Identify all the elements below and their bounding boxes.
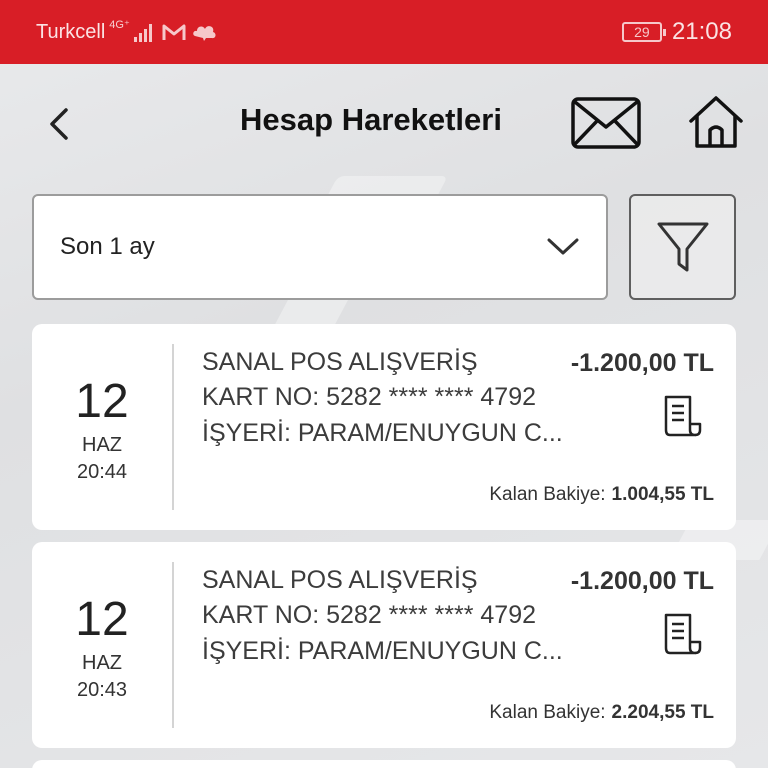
chevron-down-icon (547, 238, 579, 255)
status-bar: Turkcell 4G⁺ 29 21:08 (0, 0, 768, 64)
clock: 21:08 (671, 18, 732, 45)
transaction-card-no: KART NO: 5282 **** **** 4792 (202, 383, 537, 411)
transaction-amount: -1.200,00 TL (570, 567, 714, 595)
transaction-day: 12 (75, 593, 129, 646)
transaction-merchant: İŞYERİ: PARAM/ENUYGUN C... (202, 419, 563, 447)
period-dropdown[interactable]: Son 1 ay (32, 194, 608, 300)
funnel-icon (657, 222, 708, 272)
transaction-description: SANAL POS ALIŞVERİŞ (202, 348, 478, 376)
transaction-amount: -1.200,00 TL (570, 349, 714, 377)
page-title: Hesap Hareketleri (240, 102, 502, 137)
receipt-icon[interactable] (660, 612, 704, 656)
transaction-card-no: KART NO: 5282 **** **** 4792 (202, 601, 537, 629)
transaction-time: 20:43 (76, 679, 128, 701)
transaction-month: HAZ (82, 434, 122, 456)
carrier-name: Turkcell (36, 20, 106, 43)
transaction-description: SANAL POS ALIŞVERİŞ (202, 566, 478, 594)
envelope-icon[interactable] (570, 96, 642, 150)
balance-value: 1.004,55 TL (611, 484, 714, 505)
transaction-date: 12 HAZ 20:44 (32, 324, 172, 530)
transaction-card[interactable]: 12 HAZ 20:43 SANAL POS ALIŞVERİŞ KART NO… (32, 542, 736, 748)
notification-icon (193, 26, 216, 41)
header: Hesap Hareketleri (0, 64, 768, 184)
balance-label: Kalan Bakiye: (489, 702, 606, 723)
transaction-month: HAZ (82, 652, 122, 674)
network-type: 4G⁺ (109, 18, 130, 31)
balance-label: Kalan Bakiye: (489, 484, 606, 505)
remaining-balance: Kalan Bakiye: 1.004,55 TL (489, 484, 714, 506)
signal-icon (133, 22, 152, 42)
transaction-day: 12 (75, 375, 129, 428)
transaction-merchant: İŞYERİ: PARAM/ENUYGUN C... (202, 637, 563, 665)
period-value: Son 1 ay (60, 233, 155, 260)
filter-button[interactable] (629, 194, 736, 300)
transaction-card-partial[interactable] (32, 760, 736, 768)
transaction-time: 20:44 (76, 461, 128, 483)
transaction-date: 12 HAZ 20:43 (32, 542, 172, 748)
balance-value: 2.204,55 TL (611, 702, 714, 723)
divider (172, 344, 174, 510)
battery-icon: 29 (621, 22, 666, 42)
transaction-card[interactable]: 12 HAZ 20:44 SANAL POS ALIŞVERİŞ KART NO… (32, 324, 736, 530)
home-icon[interactable] (688, 94, 744, 150)
gmail-icon (162, 24, 186, 40)
remaining-balance: Kalan Bakiye: 2.204,55 TL (489, 702, 714, 724)
receipt-icon[interactable] (660, 394, 704, 438)
divider (172, 562, 174, 728)
